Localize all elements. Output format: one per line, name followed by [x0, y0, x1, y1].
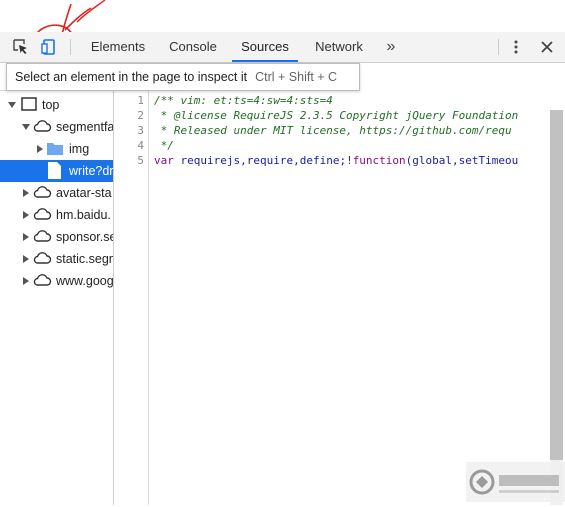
- tree-item-domain[interactable]: hm.baidu.: [0, 204, 113, 226]
- collapse-arrow-icon[interactable]: [23, 189, 29, 197]
- line-number[interactable]: 4: [137, 138, 144, 153]
- collapse-arrow-icon[interactable]: [23, 233, 29, 241]
- cloud-icon: [33, 208, 52, 220]
- tree-item-label: write?dr: [69, 164, 113, 178]
- tree-item-file-selected[interactable]: write?dr: [0, 160, 113, 182]
- tree-item-label: avatar-sta: [56, 186, 112, 200]
- code-line: /** vim: et:ts=4:sw=4:sts=4: [154, 94, 333, 107]
- tree-item-domain[interactable]: static.segm: [0, 248, 113, 270]
- tooltip-text: Select an element in the page to inspect…: [15, 70, 248, 84]
- watermark: [466, 462, 565, 502]
- cloud-icon: [33, 120, 52, 132]
- inspect-tooltip: Select an element in the page to inspect…: [6, 63, 360, 91]
- expand-arrow-icon[interactable]: [8, 102, 16, 108]
- cloud-icon: [33, 274, 52, 286]
- cloud-icon: [33, 252, 52, 264]
- code-editor[interactable]: 1 2 3 4 5 /** vim: et:ts=4:sw=4:sts=4 * …: [114, 90, 565, 505]
- line-number-gutter: 1 2 3 4 5: [114, 90, 149, 505]
- close-icon: [541, 41, 553, 53]
- tab-elements[interactable]: Elements: [84, 32, 152, 61]
- cloud-icon: [33, 186, 52, 198]
- folder-icon: [47, 143, 63, 155]
- tree-item-domain[interactable]: sponsor.se: [0, 226, 113, 248]
- frame-icon: [21, 97, 37, 111]
- devtools-toolbar: Elements Console Sources Network »: [0, 32, 565, 63]
- tab-sources[interactable]: Sources: [232, 32, 298, 62]
- line-number[interactable]: 2: [137, 108, 144, 123]
- code-line: * Released under MIT license, https://gi…: [154, 124, 512, 137]
- code-keyword: function: [352, 154, 406, 167]
- tooltip-shortcut: Ctrl + Shift + C: [255, 70, 338, 84]
- editor-scrollbar-thumb[interactable]: [550, 110, 563, 460]
- tree-item-label: top: [42, 98, 60, 112]
- tab-console[interactable]: Console: [160, 32, 226, 61]
- code-line: */: [154, 139, 174, 152]
- tab-network[interactable]: Network: [306, 32, 372, 61]
- tree-item-folder[interactable]: img: [0, 138, 113, 160]
- line-number[interactable]: 5: [137, 153, 144, 168]
- tree-item-domain[interactable]: avatar-sta: [0, 182, 113, 204]
- toolbar-divider: [70, 39, 71, 55]
- tree-item-label: segmentfa: [56, 120, 113, 134]
- device-toolbar-button[interactable]: [36, 32, 62, 62]
- code-text: requirejs,require,define;: [173, 154, 347, 167]
- code-text: (global,setTimeou: [405, 154, 519, 167]
- device-toolbar-icon: [41, 39, 55, 55]
- watermark-logo-icon: [469, 469, 559, 495]
- toolbar-divider-right: [498, 39, 499, 55]
- code-line: var requirejs,require,define;!function(g…: [154, 153, 518, 168]
- code-keyword: var: [154, 154, 174, 167]
- collapse-arrow-icon[interactable]: [23, 211, 29, 219]
- inspect-element-icon: [13, 39, 27, 54]
- tree-item-domain[interactable]: www.goog: [0, 270, 113, 292]
- inspect-element-button[interactable]: [8, 32, 34, 62]
- code-operator: !: [346, 154, 353, 167]
- file-icon: [48, 162, 61, 179]
- expand-arrow-icon[interactable]: [22, 124, 30, 130]
- line-number[interactable]: 1: [137, 93, 144, 108]
- tree-item-label: hm.baidu.: [56, 208, 111, 222]
- collapse-arrow-icon[interactable]: [23, 255, 29, 263]
- collapse-arrow-icon[interactable]: [23, 277, 29, 285]
- tree-item-label: img: [69, 142, 90, 156]
- tree-item-label: www.goog: [56, 274, 113, 288]
- tree-item-label: sponsor.se: [56, 230, 113, 244]
- more-tabs-button[interactable]: »: [380, 32, 402, 61]
- vertical-dots-icon: [514, 40, 518, 54]
- code-line: * @license RequireJS 2.3.5 Copyright jQu…: [154, 109, 519, 122]
- close-devtools-button[interactable]: [536, 32, 558, 62]
- tree-item-top[interactable]: top: [0, 94, 113, 116]
- line-number[interactable]: 3: [137, 123, 144, 138]
- collapse-arrow-icon[interactable]: [37, 145, 43, 153]
- cloud-icon: [33, 230, 52, 242]
- tree-item-label: static.segm: [56, 252, 113, 266]
- customize-menu-button[interactable]: [506, 32, 526, 62]
- tree-item-domain[interactable]: segmentfa: [0, 116, 113, 138]
